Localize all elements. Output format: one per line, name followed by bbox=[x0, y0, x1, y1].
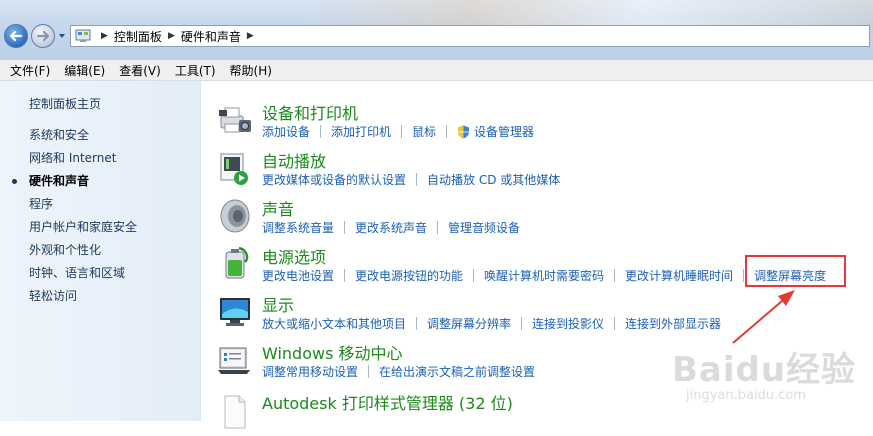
menu-edit[interactable]: 编辑(E) bbox=[64, 62, 105, 79]
category-devices-printers: 设备和打印机 添加设备 添加打印机 鼠标 设备管理器 bbox=[201, 100, 873, 148]
watermark-url: jingyan.baidu.com bbox=[686, 388, 806, 403]
battery-icon[interactable] bbox=[217, 246, 253, 282]
category-display: 显示 放大或缩小文本和其他项目 调整屏幕分辨率 连接到投影仪 连接到外部显示器 bbox=[201, 292, 873, 340]
link-divider bbox=[446, 125, 448, 138]
link-divider bbox=[743, 269, 745, 282]
link-divider bbox=[401, 125, 403, 138]
category-title[interactable]: 自动播放 bbox=[262, 148, 326, 172]
sidebar: 控制面板主页 系统和安全 网络和 Internet 硬件和声音 程序 用户帐户和… bbox=[0, 81, 201, 421]
category-title[interactable]: 声音 bbox=[262, 196, 294, 220]
link-mouse[interactable]: 鼠标 bbox=[412, 123, 436, 140]
sidebar-item-system-security[interactable]: 系统和安全 bbox=[29, 127, 137, 150]
menu-bar: 文件(F) 编辑(E) 查看(V) 工具(T) 帮助(H) bbox=[0, 60, 873, 81]
link-power-button-function[interactable]: 更改电源按钮的功能 bbox=[355, 267, 463, 284]
category-links: 调整系统音量 更改系统声音 管理音频设备 bbox=[262, 219, 520, 236]
link-change-sounds[interactable]: 更改系统声音 bbox=[355, 219, 427, 236]
forward-arrow-icon bbox=[36, 30, 50, 42]
sidebar-item-clock-language-region[interactable]: 时钟、语言和区域 bbox=[29, 265, 137, 288]
category-title[interactable]: Windows 移动中心 bbox=[262, 340, 403, 364]
menu-file[interactable]: 文件(F) bbox=[10, 62, 50, 79]
sidebar-home-link[interactable]: 控制面板主页 bbox=[29, 95, 101, 112]
speaker-icon[interactable] bbox=[217, 198, 253, 234]
link-divider bbox=[368, 365, 370, 378]
link-divider bbox=[473, 269, 475, 282]
category-title[interactable]: 设备和打印机 bbox=[262, 100, 358, 124]
address-bar[interactable]: ▶ 控制面板 ▶ 硬件和声音 ▶ bbox=[70, 25, 870, 47]
mobility-center-icon[interactable] bbox=[217, 342, 253, 378]
sidebar-nav: 系统和安全 网络和 Internet 硬件和声音 程序 用户帐户和家庭安全 外观… bbox=[12, 127, 137, 311]
link-divider bbox=[416, 317, 418, 330]
category-title[interactable]: Autodesk 打印样式管理器 (32 位) bbox=[262, 390, 513, 414]
category-title[interactable]: 显示 bbox=[262, 292, 294, 316]
link-connect-projector[interactable]: 连接到投影仪 bbox=[532, 315, 604, 332]
link-divider bbox=[344, 221, 346, 234]
link-autoplay-cd[interactable]: 自动播放 CD 或其他媒体 bbox=[427, 171, 560, 188]
category-links: 更改媒体或设备的默认设置 自动播放 CD 或其他媒体 bbox=[262, 171, 560, 188]
forward-button[interactable] bbox=[31, 24, 55, 48]
back-button[interactable] bbox=[4, 24, 28, 48]
link-require-password-on-wake[interactable]: 唤醒计算机时需要密码 bbox=[484, 267, 604, 284]
category-links: 放大或缩小文本和其他项目 调整屏幕分辨率 连接到投影仪 连接到外部显示器 bbox=[262, 315, 721, 332]
printer-icon[interactable] bbox=[217, 102, 253, 138]
active-bullet-icon bbox=[12, 179, 17, 184]
watermark: Baidu经验 jingyan.baidu.com bbox=[666, 338, 866, 416]
link-add-printer[interactable]: 添加打印机 bbox=[331, 123, 391, 140]
category-links: 更改电池设置 更改电源按钮的功能 唤醒计算机时需要密码 更改计算机睡眠时间 调整… bbox=[262, 267, 826, 284]
link-divider bbox=[416, 173, 418, 186]
link-divider bbox=[614, 317, 616, 330]
sidebar-item-programs[interactable]: 程序 bbox=[29, 196, 137, 219]
uac-shield-icon bbox=[458, 125, 470, 138]
display-icon[interactable] bbox=[217, 294, 253, 330]
title-bar: ▶ 控制面板 ▶ 硬件和声音 ▶ bbox=[0, 0, 873, 60]
menu-tools[interactable]: 工具(T) bbox=[175, 62, 216, 79]
sidebar-item-label: 硬件和声音 bbox=[29, 174, 90, 188]
link-divider bbox=[437, 221, 439, 234]
link-adjust-mobility-settings[interactable]: 调整常用移动设置 bbox=[262, 363, 358, 380]
link-add-device[interactable]: 添加设备 bbox=[262, 123, 310, 140]
link-divider bbox=[521, 317, 523, 330]
category-links: 添加设备 添加打印机 鼠标 设备管理器 bbox=[262, 123, 534, 140]
sidebar-item-ease-of-access[interactable]: 轻松访问 bbox=[29, 288, 137, 311]
control-panel-icon bbox=[75, 29, 91, 42]
breadcrumb-hardware-sound[interactable]: 硬件和声音 bbox=[181, 28, 241, 45]
link-divider bbox=[614, 269, 616, 282]
category-autoplay: 自动播放 更改媒体或设备的默认设置 自动播放 CD 或其他媒体 bbox=[201, 148, 873, 196]
breadcrumb-control-panel[interactable]: 控制面板 bbox=[114, 28, 162, 45]
back-arrow-icon bbox=[9, 30, 23, 42]
category-title[interactable]: 电源选项 bbox=[262, 244, 326, 268]
recent-pages-chevron-down-icon[interactable] bbox=[58, 32, 66, 40]
watermark-logo: Baidu经验 bbox=[672, 350, 857, 390]
link-presentation-settings[interactable]: 在给出演示文稿之前调整设置 bbox=[379, 363, 535, 380]
link-device-manager[interactable]: 设备管理器 bbox=[474, 123, 534, 140]
link-change-media-defaults[interactable]: 更改媒体或设备的默认设置 bbox=[262, 171, 406, 188]
link-change-battery-settings[interactable]: 更改电池设置 bbox=[262, 267, 334, 284]
sidebar-item-hardware-sound[interactable]: 硬件和声音 bbox=[12, 173, 137, 196]
breadcrumb-separator[interactable]: ▶ bbox=[101, 31, 108, 41]
sidebar-item-appearance[interactable]: 外观和个性化 bbox=[29, 242, 137, 265]
link-screen-resolution[interactable]: 调整屏幕分辨率 bbox=[427, 315, 511, 332]
menu-view[interactable]: 查看(V) bbox=[119, 62, 161, 79]
category-sound: 声音 调整系统音量 更改系统声音 管理音频设备 bbox=[201, 196, 873, 244]
document-icon[interactable] bbox=[217, 394, 253, 430]
category-links: 调整常用移动设置 在给出演示文稿之前调整设置 bbox=[262, 363, 535, 380]
menu-help[interactable]: 帮助(H) bbox=[230, 62, 272, 79]
breadcrumb-separator[interactable]: ▶ bbox=[168, 31, 175, 41]
sidebar-item-user-accounts[interactable]: 用户帐户和家庭安全 bbox=[29, 219, 137, 242]
link-connect-external-display[interactable]: 连接到外部显示器 bbox=[625, 315, 721, 332]
link-divider bbox=[344, 269, 346, 282]
link-manage-audio-devices[interactable]: 管理音频设备 bbox=[448, 219, 520, 236]
highlight-box bbox=[745, 255, 846, 287]
autoplay-icon[interactable] bbox=[217, 150, 253, 186]
link-adjust-volume[interactable]: 调整系统音量 bbox=[262, 219, 334, 236]
link-change-sleep-time[interactable]: 更改计算机睡眠时间 bbox=[625, 267, 733, 284]
link-divider bbox=[320, 125, 322, 138]
breadcrumb-separator[interactable]: ▶ bbox=[247, 31, 254, 41]
sidebar-item-network-internet[interactable]: 网络和 Internet bbox=[29, 150, 137, 173]
link-text-size[interactable]: 放大或缩小文本和其他项目 bbox=[262, 315, 406, 332]
